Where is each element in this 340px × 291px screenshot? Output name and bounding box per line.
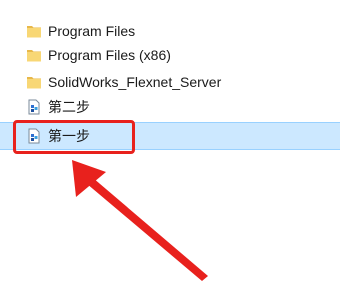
explorer-file-pane: Program Files Program Files (x86) SolidW… [0, 0, 340, 291]
annotation-arrow-icon [72, 160, 208, 281]
